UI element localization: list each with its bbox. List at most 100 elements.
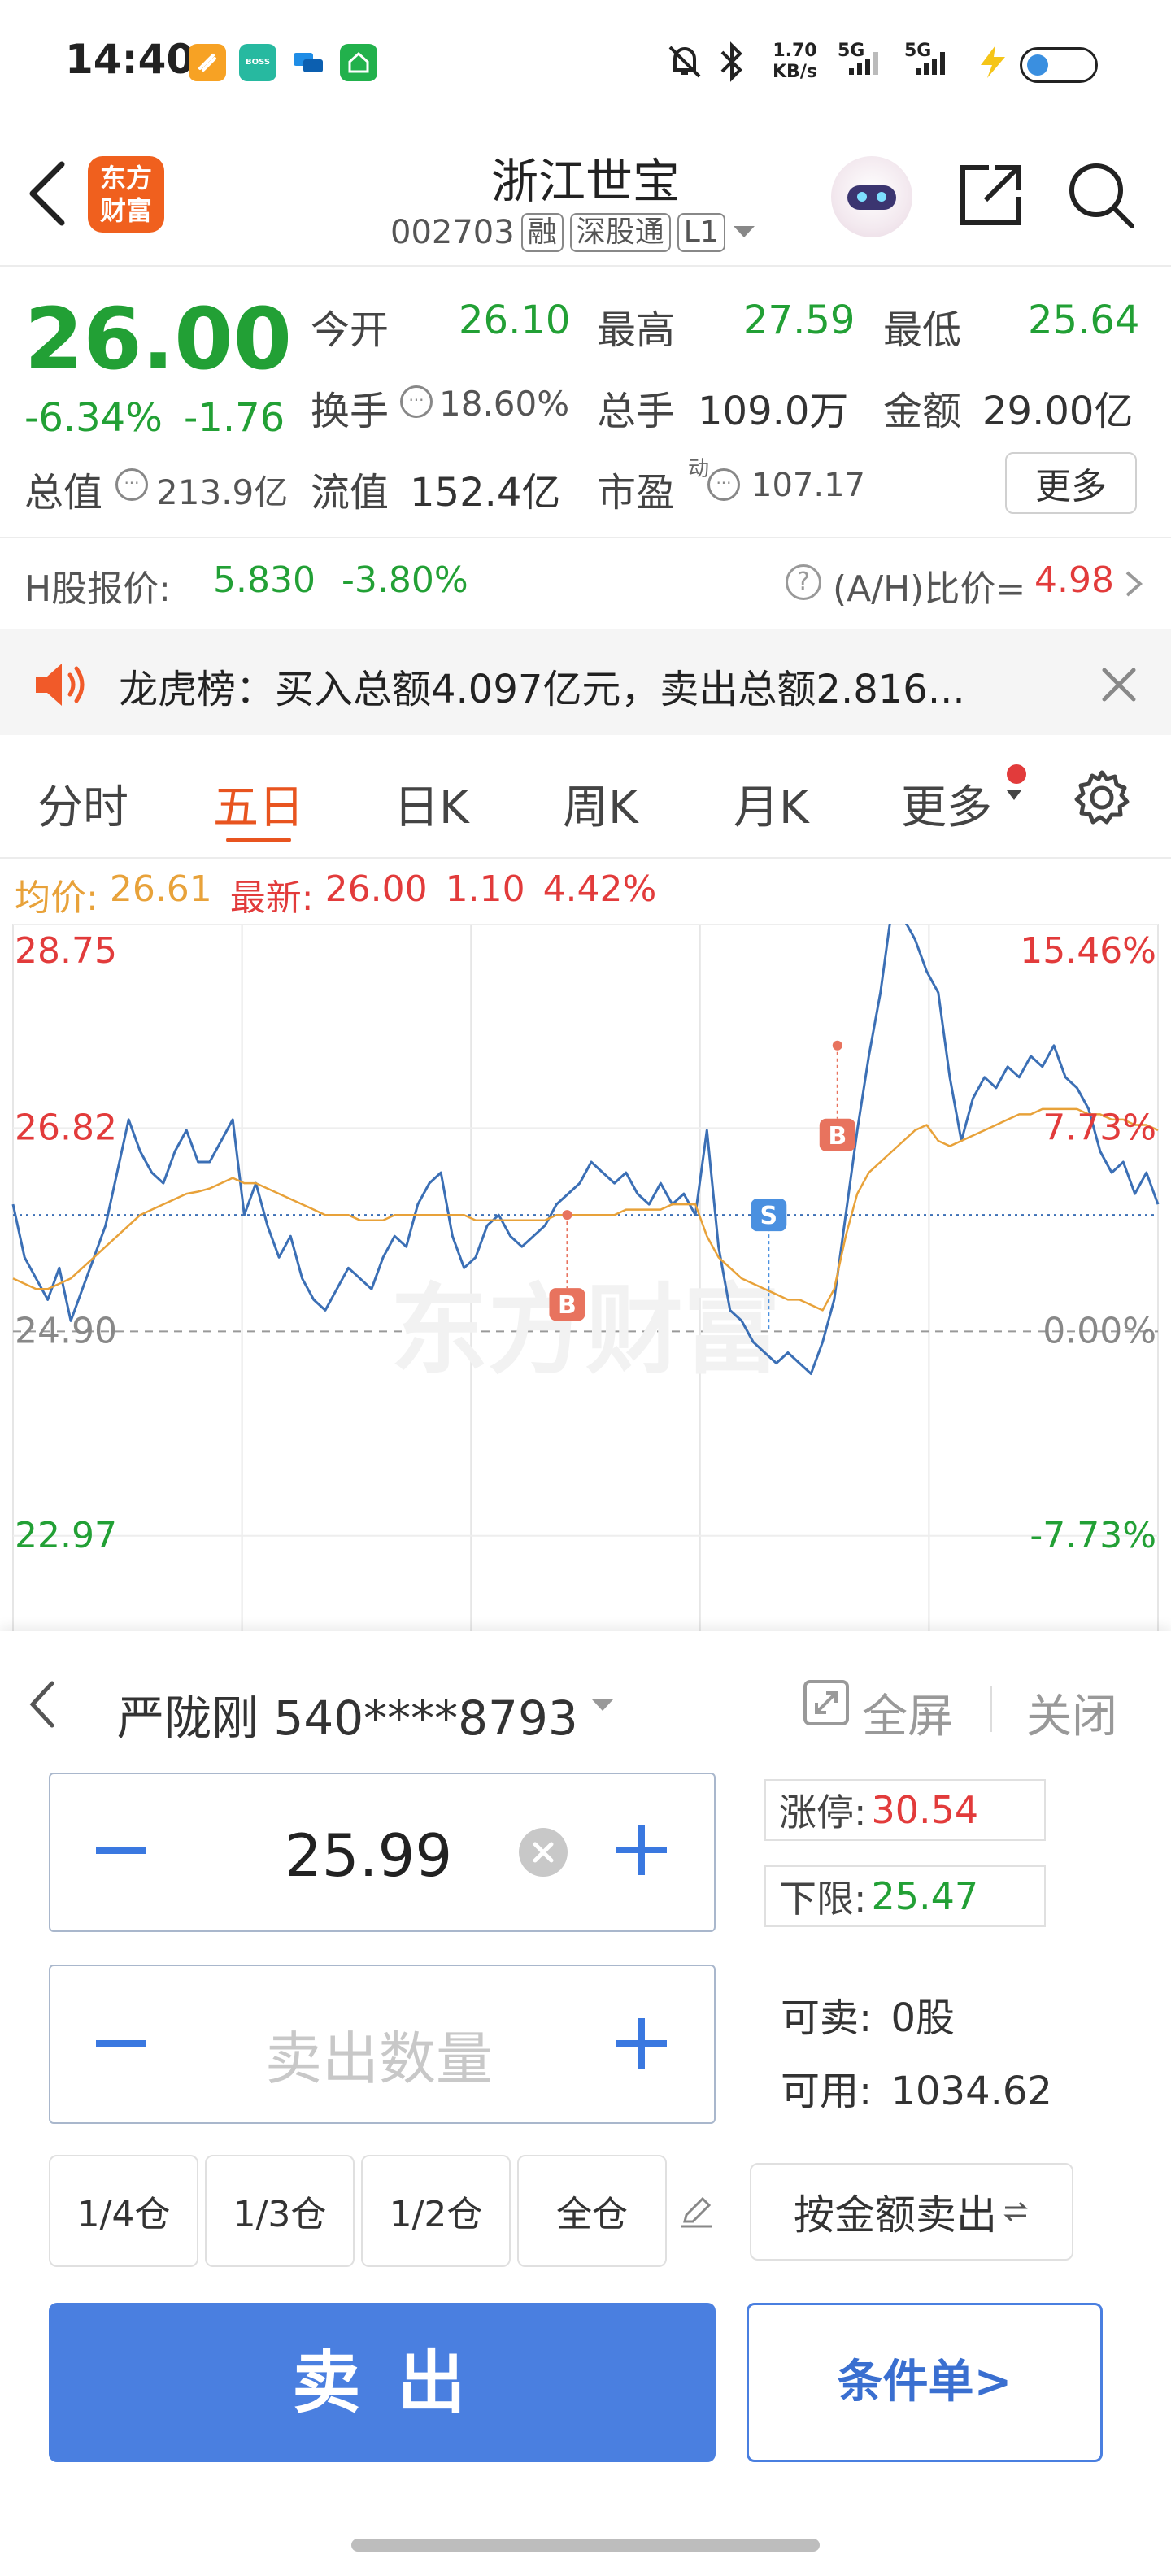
more-quote-button[interactable]: 更多 [1005,452,1137,514]
account-selector[interactable]: 严陇刚 540****8793 [117,1680,578,1748]
price-minus-button[interactable] [93,1810,150,1904]
y-right-tick-label: 15.46% [1020,930,1156,972]
stock-code: 002703 [390,214,515,251]
position-full-button[interactable]: 全仓 [517,2155,667,2267]
tab-more[interactable]: 更多 [901,771,992,837]
margin-tag: 融 [520,213,564,252]
turnover-value: 18.60% [439,384,570,424]
high-label: 最高 [597,307,676,353]
home-app-icon [340,44,377,81]
turnover-info-icon[interactable]: ··· [400,385,433,418]
sellable-row: 可卖: 0股 [781,1986,955,2043]
bluetooth-icon [716,41,748,86]
y-right-tick-label: -7.73% [1030,1515,1156,1556]
mute-icon [665,42,704,85]
tab-daily-k[interactable]: 日K [394,771,469,837]
position-half-button[interactable]: 1/2仓 [361,2155,511,2267]
active-tab-indicator [226,838,291,842]
limit-up-box[interactable]: 涨停: 30.54 [764,1779,1046,1841]
last-value: 26.00 [324,868,428,910]
avg-label: 均价: [15,877,98,919]
trade-marker-dot [562,1210,572,1221]
help-icon[interactable]: ? [786,564,821,600]
tab-weekly-k[interactable]: 周K [563,771,638,837]
close-icon[interactable] [1099,665,1138,707]
pct-value: 4.42% [542,868,657,910]
stock-code-row: 002703 融 深股通 L1 [390,213,756,252]
ah-ratio-value: 4.98 [1034,559,1114,601]
trade-back-icon[interactable] [26,1680,59,1732]
change-pct: -6.34% [24,395,163,441]
panel-divider-vertical [990,1686,992,1732]
y-left-tick-label: 24.90 [15,1310,117,1351]
limit-up-label: 涨停: [779,1791,867,1834]
position-quarter-button[interactable]: 1/4仓 [49,2155,198,2267]
status-time: 14:40 [65,36,195,83]
y-left-tick-label: 26.82 [15,1107,117,1148]
chg-value: 1.10 [445,868,525,910]
mcap-value: 213.9亿 [156,472,289,512]
news-text[interactable]: 龙虎榜：买入总额4.097亿元，卖出总额2.816... [119,657,1046,714]
watermark: 东方财富 [390,1274,781,1387]
open-label: 今开 [311,307,390,353]
close-panel-button[interactable]: 关闭 [1026,1680,1117,1746]
y-right-tick-label: 7.73% [1043,1107,1156,1148]
sellable-value: 0股 [890,1995,955,2041]
account-dropdown-icon[interactable] [590,1698,615,1717]
high-value: 27.59 [743,298,855,343]
quantity-input[interactable]: 卖出数量 [265,2013,493,2095]
tab-five-day[interactable]: 五日 [213,771,304,837]
volume-label: 总手 [597,389,676,434]
fullscreen-button[interactable]: 全屏 [862,1680,953,1746]
low-value: 25.64 [1028,298,1140,343]
charging-icon [973,44,1012,83]
clear-icon[interactable] [519,1828,568,1877]
pe-superscript: 动 [688,457,710,481]
y-left-tick-label: 28.75 [15,930,117,972]
mcap-label: 总值 [24,470,103,516]
five-day-chart[interactable]: 东方财富BSB28.7526.8224.9022.9715.46%7.73%0.… [0,924,1171,1631]
app-notif-icon-1 [189,44,226,81]
qty-minus-button[interactable] [93,2015,150,2075]
available-value: 1034.62 [890,2069,1052,2114]
header-divider [0,265,1171,267]
tab-monthly-k[interactable]: 月K [734,771,809,837]
chat-app-icon [289,44,327,81]
float-value: 152.4亿 [410,470,561,516]
position-third-button[interactable]: 1/3仓 [205,2155,355,2267]
home-indicator[interactable] [351,2539,820,2552]
price-input[interactable]: 25.99 [285,1821,452,1890]
sellable-label: 可卖: [781,1995,873,2041]
available-row: 可用: 1034.62 [781,2059,1052,2116]
red-dot-badge [1007,764,1026,784]
chevron-right-icon[interactable] [1124,569,1143,602]
pe-value: 107.17 [751,467,865,504]
y-left-tick-label: 22.97 [15,1515,117,1556]
y-right-tick-label: 0.00% [1043,1310,1156,1351]
edit-pencil-icon[interactable] [678,2192,716,2233]
qty-plus-button[interactable] [613,2015,670,2075]
chart-info-row: 均价: 26.61 最新: 26.00 1.10 4.42% [15,868,656,920]
level-tag: L1 [677,213,725,252]
mcap-info-icon[interactable]: ··· [115,468,148,501]
last-price: 26.00 [24,289,292,389]
condition-order-button[interactable]: 条件单> [747,2303,1103,2462]
search-icon[interactable] [1065,159,1138,236]
amount-label: 金额 [883,389,962,434]
tab-intraday[interactable]: 分时 [37,771,128,837]
float-label: 流值 [311,470,390,516]
net-speed: 1.70 KB/s [773,41,817,82]
sell-by-amount-button[interactable]: 按金额卖出 [750,2163,1073,2261]
limit-down-value: 25.47 [871,1874,979,1918]
connect-tag: 深股通 [569,213,671,252]
dropdown-icon[interactable] [732,224,756,241]
limit-down-box[interactable]: 下限: 25.47 [764,1865,1046,1927]
settings-gear-icon[interactable] [1072,768,1132,831]
fullscreen-icon[interactable] [802,1678,851,1730]
price-plus-button[interactable] [613,1821,670,1882]
share-icon[interactable] [956,161,1025,233]
pe-info-icon[interactable]: ··· [707,468,740,501]
sell-button[interactable]: 卖 出 [49,2303,716,2462]
robot-assistant-icon[interactable] [831,156,912,237]
ah-ratio-label: (A/H)比价= [833,568,1026,610]
